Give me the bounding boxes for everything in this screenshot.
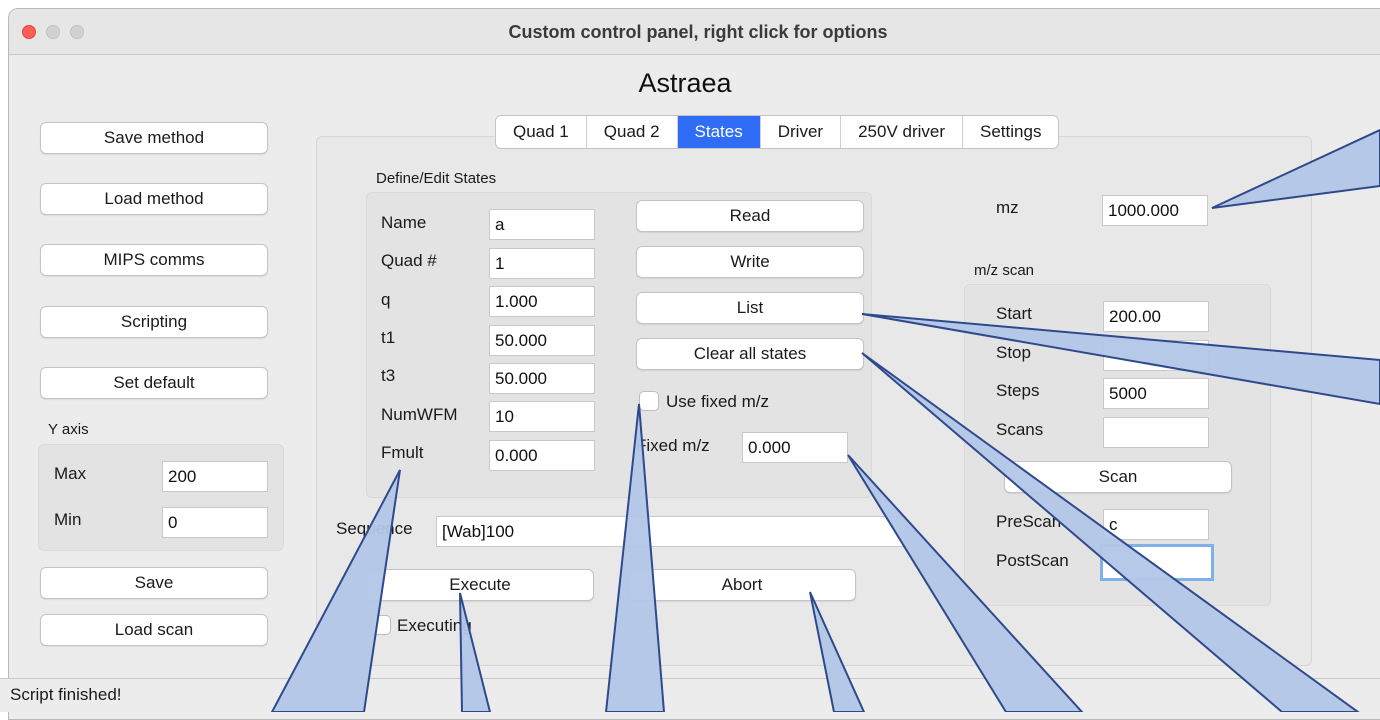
load-method-button[interactable]: Load method [40,183,268,215]
executing-label: Executing [397,616,472,635]
name-input[interactable]: a [489,209,595,240]
y-min-input[interactable]: 0 [162,507,268,538]
mz-label: mz [996,198,1019,217]
postscan-label: PostScan [996,551,1069,570]
start-input[interactable]: 200.00 [1103,301,1209,332]
mips-comms-button[interactable]: MIPS comms [40,244,268,276]
states-group-title: Define/Edit States [376,170,497,187]
clear-all-states-button[interactable]: Clear all states [636,338,864,370]
tab-states[interactable]: States [677,116,761,148]
y-max-input[interactable]: 200 [162,461,268,492]
fixed-mz-input[interactable]: 0.000 [742,432,848,463]
use-fixed-mz-label: Use fixed m/z [666,392,769,411]
stop-input[interactable] [1103,340,1209,371]
title-bar: Custom control panel, right click for op… [9,9,1380,55]
quad-number-label: Quad # [381,251,437,270]
numwfm-label: NumWFM [381,405,458,424]
executing-checkbox[interactable] [371,615,391,635]
steps-input[interactable]: 5000 [1103,378,1209,409]
list-button[interactable]: List [636,292,864,324]
sequence-label: Sequence [336,519,413,538]
steps-label: Steps [996,381,1040,400]
start-label: Start [996,304,1032,323]
y-min-label: Min [54,510,82,529]
read-button[interactable]: Read [636,200,864,232]
scan-button[interactable]: Scan [1004,461,1232,493]
app-title: Astraea [638,68,732,98]
y-max-label: Max [54,464,87,483]
tab-250v-driver[interactable]: 250V driver [841,116,964,148]
tab-settings[interactable]: Settings [963,116,1058,148]
scans-input[interactable] [1103,417,1209,448]
use-fixed-mz-checkbox[interactable] [639,391,659,411]
abort-button[interactable]: Abort [628,569,856,601]
prescan-input[interactable]: c [1103,509,1209,540]
t1-input[interactable]: 50.000 [489,325,595,356]
save-method-button[interactable]: Save method [40,122,268,154]
execute-button[interactable]: Execute [366,569,594,601]
sequence-input[interactable]: [Wab]100 [436,516,906,547]
quad-number-input[interactable]: 1 [489,248,595,279]
t3-label: t3 [381,366,396,385]
t3-input[interactable]: 50.000 [489,363,595,394]
fmult-input[interactable]: 0.000 [489,440,595,471]
window-title: Custom control panel, right click for op… [508,22,888,42]
name-label: Name [381,213,427,232]
postscan-input[interactable] [1100,544,1214,581]
q-input[interactable]: 1.000 [489,286,595,317]
tab-quad-2[interactable]: Quad 2 [587,116,678,148]
set-default-button[interactable]: Set default [40,367,268,399]
t1-label: t1 [381,328,396,347]
write-button[interactable]: Write [636,246,864,278]
load-scan-button[interactable]: Load scan [40,614,268,646]
tab-quad-1[interactable]: Quad 1 [496,116,587,148]
scripting-button[interactable]: Scripting [40,306,268,338]
y-axis-title: Y axis [48,421,89,438]
stop-label: Stop [996,343,1031,362]
q-label: q [381,290,391,309]
save-button[interactable]: Save [40,567,268,599]
mz-scan-title: m/z scan [974,262,1035,279]
prescan-label: PreScan [996,512,1062,531]
mz-input[interactable]: 1000.000 [1102,195,1208,226]
tab-driver[interactable]: Driver [761,116,842,148]
fixed-mz-label: Fixed m/z [636,436,710,455]
status-text: Script finished! [10,685,122,704]
fmult-label: Fmult [381,443,424,462]
tab-bar: Quad 1 Quad 2 States Driver 250V driver … [495,115,1060,149]
status-bar: Script finished! [0,678,1380,712]
scans-label: Scans [996,420,1044,439]
numwfm-input[interactable]: 10 [489,401,595,432]
